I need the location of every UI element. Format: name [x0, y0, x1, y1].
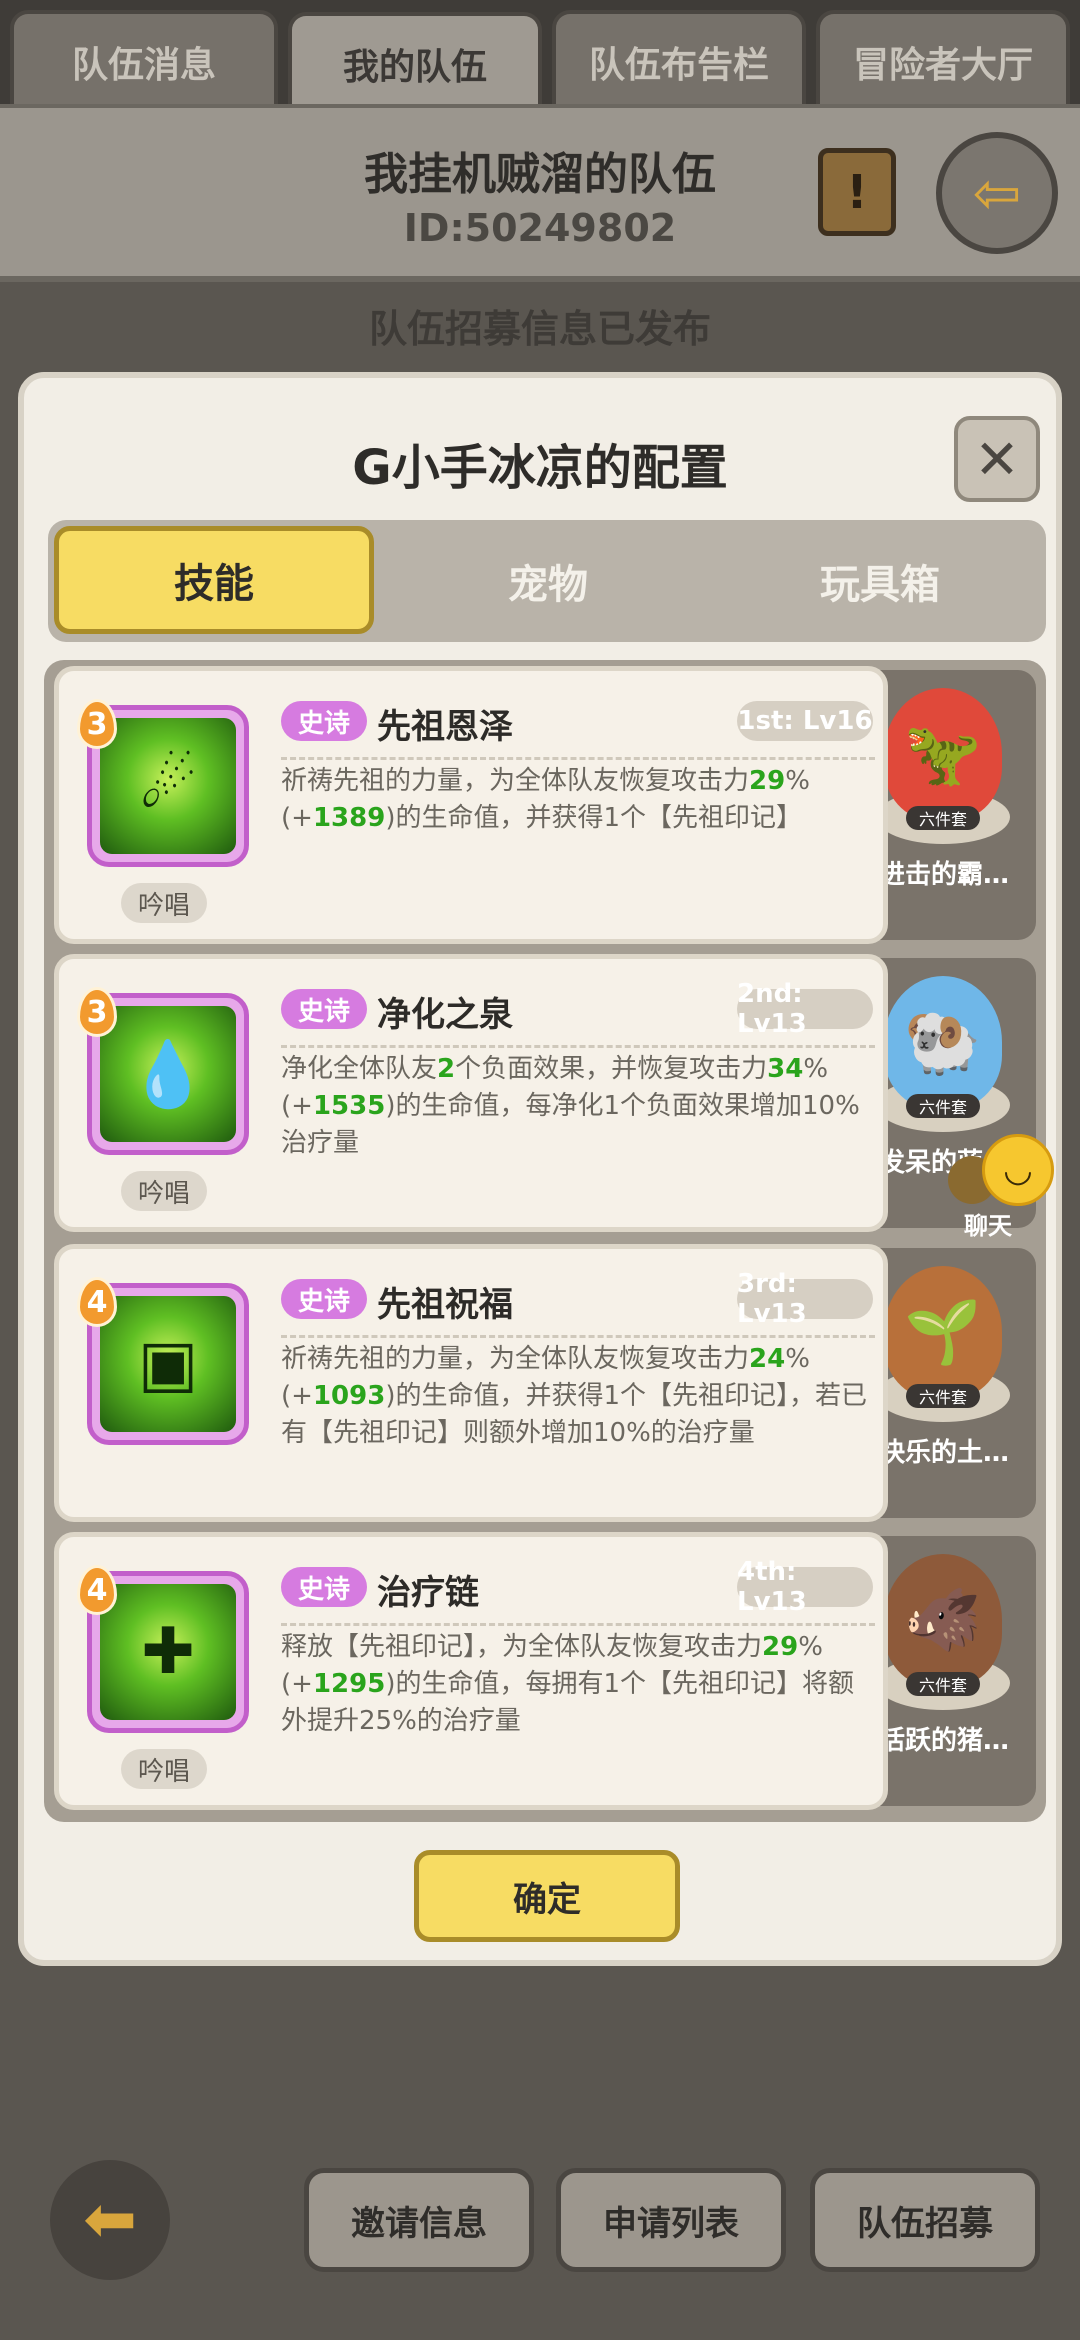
rarity-badge: 史诗 [281, 1279, 367, 1319]
divider [281, 1045, 875, 1048]
ancestor-blessing-skill-icon: ☄ [100, 718, 236, 854]
tab-team-board[interactable]: 队伍布告栏 [552, 10, 806, 110]
skill-name: 先祖恩泽 [377, 707, 513, 747]
healing-chain-skill-icon: ✚ [100, 1584, 236, 1720]
pet-set-tag: 六件套 [906, 1384, 980, 1408]
tab-adventurer-hall[interactable]: 冒险者大厅 [816, 10, 1070, 110]
rarity-badge: 史诗 [281, 701, 367, 741]
skill-name: 净化之泉 [377, 995, 513, 1035]
config-modal: G小手冰凉的配置 ✕ 技能 宠物 玩具箱 🦖 六件套 进击的霸… 🐏 六件套 发… [18, 372, 1062, 1966]
chant-tag: 吟唱 [121, 883, 207, 923]
skill-name: 治疗链 [377, 1573, 479, 1613]
chant-tag: 吟唱 [121, 1171, 207, 1211]
application-list-button[interactable]: 申请列表 [556, 2168, 786, 2272]
skills-panel: 🦖 六件套 进击的霸… 🐏 六件套 发呆的蓝… 🌱 六件套 快乐的土… 🐗 六件… [44, 660, 1046, 1822]
slot-level: 2nd: Lv13 [737, 979, 873, 1039]
confirm-button[interactable]: 确定 [414, 1850, 680, 1942]
chant-tag: 吟唱 [121, 1749, 207, 1789]
divider [281, 1623, 875, 1626]
tab-skills[interactable]: 技能 [54, 526, 374, 634]
pet-set-tag: 六件套 [906, 806, 980, 830]
back-arrow-icon: ⬅ [83, 2183, 137, 2257]
tab-toybox[interactable]: 玩具箱 [714, 520, 1046, 642]
tab-my-team[interactable]: 我的队伍 [288, 12, 542, 112]
skill-description: 释放【先祖印记】，为全体队友恢复攻击力29%(+1295)的生命值，每拥有1个【… [281, 1632, 854, 1736]
notice-scroll-icon[interactable]: ! [818, 148, 896, 236]
close-icon: ✕ [974, 427, 1020, 491]
purify-spring-skill-icon: 💧 [100, 1006, 236, 1142]
smiley-chat-icon: ◡ [982, 1134, 1054, 1206]
pet-set-tag: 六件套 [906, 1672, 980, 1696]
pet-set-tag: 六件套 [906, 1094, 980, 1118]
divider [281, 757, 875, 760]
recruit-status-text: 队伍招募信息已发布 [368, 307, 711, 351]
team-id: ID:50249802 [403, 206, 677, 250]
rarity-badge: 史诗 [281, 989, 367, 1029]
team-name: 我挂机贼溜的队伍 [364, 149, 716, 200]
close-button[interactable]: ✕ [954, 416, 1040, 502]
team-header: 我挂机贼溜的队伍 ID:50249802 ! ⇦ [0, 104, 1080, 282]
dinosaur-pet-icon: 🦖 [884, 688, 1002, 820]
slot-level: 1st: Lv16 [737, 701, 873, 741]
skill-description: 净化全体队友2个负面效果，并恢复攻击力34%(+1535)的生命值，每净化1个负… [281, 1054, 860, 1158]
rarity-badge: 史诗 [281, 1567, 367, 1607]
slot-level: 4th: Lv13 [737, 1557, 873, 1617]
mole-pet-icon: 🌱 [884, 1266, 1002, 1398]
chat-button[interactable]: ◡ 聊天 [942, 1134, 1054, 1244]
back-button[interactable]: ⬅ [50, 2160, 170, 2280]
exit-arrow-icon: ⇦ [972, 159, 1022, 227]
top-tab-bar: 队伍消息 我的队伍 队伍布告栏 冒险者大厅 [0, 0, 1080, 112]
skill-card[interactable]: ▣ 4 史诗 先祖祝福 3rd: Lv13 祈祷先祖的力量，为全体队友恢复攻击力… [54, 1244, 888, 1522]
skill-description: 祈祷先祖的力量，为全体队友恢复攻击力24%(+1093)的生命值，并获得1个【先… [281, 1344, 867, 1448]
skill-name: 先祖祝福 [377, 1285, 513, 1325]
exit-team-button[interactable]: ⇦ [936, 132, 1058, 254]
ancestor-guardian-skill-icon: ▣ [100, 1296, 236, 1432]
skill-card[interactable]: ✚ 4 吟唱 史诗 治疗链 4th: Lv13 释放【先祖印记】，为全体队友恢复… [54, 1532, 888, 1810]
chat-label: 聊天 [964, 1212, 1012, 1240]
invite-info-button[interactable]: 邀请信息 [304, 2168, 534, 2272]
skill-card[interactable]: ☄ 3 吟唱 史诗 先祖恩泽 1st: Lv16 祈祷先祖的力量，为全体队友恢复… [54, 666, 888, 944]
skill-card[interactable]: 💧 3 吟唱 史诗 净化之泉 2nd: Lv13 净化全体队友2个负面效果，并恢… [54, 954, 888, 1232]
tab-pets[interactable]: 宠物 [382, 520, 714, 642]
team-recruit-button[interactable]: 队伍招募 [810, 2168, 1040, 2272]
config-tab-bar: 技能 宠物 玩具箱 [48, 520, 1046, 642]
boar-pet-icon: 🐗 [884, 1554, 1002, 1686]
modal-title: G小手冰凉的配置 [352, 440, 728, 496]
divider [281, 1335, 875, 1338]
tab-team-messages[interactable]: 队伍消息 [10, 10, 278, 110]
blue-ram-pet-icon: 🐏 [884, 976, 1002, 1108]
slot-level: 3rd: Lv13 [737, 1269, 873, 1329]
skill-description: 祈祷先祖的力量，为全体队友恢复攻击力29%(+1389)的生命值，并获得1个【先… [281, 766, 810, 833]
